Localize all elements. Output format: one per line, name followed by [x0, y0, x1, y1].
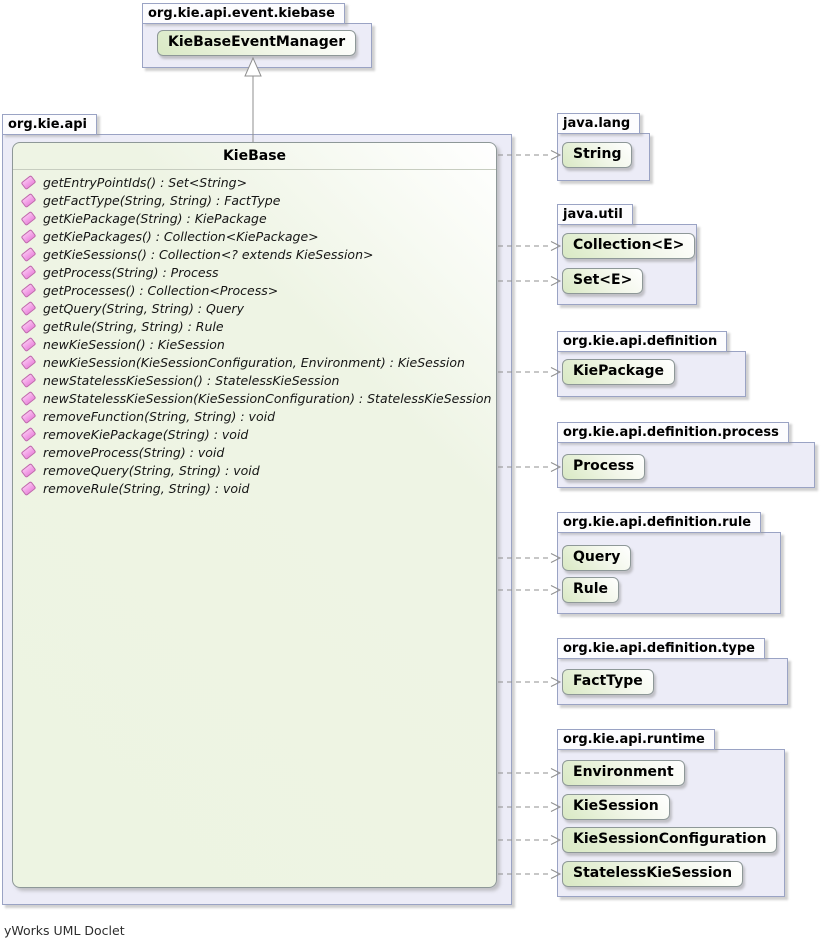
class-kiesession[interactable]: KieSession — [562, 794, 670, 820]
package-tab-java-util: java.util — [557, 204, 633, 225]
class-facttype[interactable]: FactType — [562, 669, 654, 695]
footer-credit: yWorks UML Doclet — [4, 923, 125, 938]
method-icon — [21, 318, 37, 333]
method-icon — [21, 480, 37, 495]
kiebase-method-list: getEntryPointIds() : Set<String> getFact… — [13, 170, 496, 497]
method-icon — [21, 210, 37, 225]
uml-diagram: org.kie.api.event.kiebase KieBaseEventMa… — [0, 0, 824, 950]
method-icon — [21, 246, 37, 261]
method-label: removeRule(String, String) : void — [43, 481, 249, 496]
method-row: getProcesses() : Collection<Process> — [18, 281, 496, 299]
class-set[interactable]: Set<E> — [562, 268, 643, 294]
method-row: removeKiePackage(String) : void — [18, 425, 496, 443]
class-collection[interactable]: Collection<E> — [562, 233, 695, 259]
method-label: newStatelessKieSession() : StatelessKieS… — [43, 373, 339, 388]
method-icon — [21, 444, 37, 459]
package-tab-definition-process: org.kie.api.definition.process — [557, 422, 789, 443]
package-tab-definition-rule: org.kie.api.definition.rule — [557, 512, 761, 533]
method-icon — [21, 372, 37, 387]
method-row: getQuery(String, String) : Query — [18, 299, 496, 317]
method-icon — [21, 192, 37, 207]
method-row: getProcess(String) : Process — [18, 263, 496, 281]
method-row: newStatelessKieSession(KieSessionConfigu… — [18, 389, 496, 407]
method-icon — [21, 408, 37, 423]
method-label: getFactType(String, String) : FactType — [43, 193, 280, 208]
method-row: removeRule(String, String) : void — [18, 479, 496, 497]
method-label: newStatelessKieSession(KieSessionConfigu… — [43, 391, 491, 406]
package-tab-event-kiebase: org.kie.api.event.kiebase — [142, 3, 345, 24]
method-icon — [21, 426, 37, 441]
method-label: getQuery(String, String) : Query — [43, 301, 244, 316]
method-label: getRule(String, String) : Rule — [43, 319, 224, 334]
class-string[interactable]: String — [562, 142, 632, 168]
method-icon — [21, 300, 37, 315]
method-row: getFactType(String, String) : FactType — [18, 191, 496, 209]
method-icon — [21, 336, 37, 351]
method-label: removeQuery(String, String) : void — [43, 463, 260, 478]
package-tab-java-lang: java.lang — [557, 113, 640, 134]
method-label: removeFunction(String, String) : void — [43, 409, 275, 424]
method-row: removeFunction(String, String) : void — [18, 407, 496, 425]
method-label: getKiePackage(String) : KiePackage — [43, 211, 267, 226]
method-icon — [21, 174, 37, 189]
package-tab-runtime: org.kie.api.runtime — [557, 729, 715, 750]
class-environment[interactable]: Environment — [562, 760, 685, 786]
method-row: newStatelessKieSession() : StatelessKieS… — [18, 371, 496, 389]
method-label: newKieSession(KieSessionConfiguration, E… — [43, 355, 465, 370]
method-row: getRule(String, String) : Rule — [18, 317, 496, 335]
method-row: newKieSession() : KieSession — [18, 335, 496, 353]
method-icon — [21, 390, 37, 405]
method-label: getProcess(String) : Process — [43, 265, 219, 280]
method-row: newKieSession(KieSessionConfiguration, E… — [18, 353, 496, 371]
class-kiebase-title: KieBase — [13, 143, 496, 170]
method-label: getKiePackages() : Collection<KiePackage… — [43, 229, 319, 244]
class-kiepackage[interactable]: KiePackage — [562, 359, 675, 385]
method-row: getEntryPointIds() : Set<String> — [18, 173, 496, 191]
class-process[interactable]: Process — [562, 454, 645, 480]
method-icon — [21, 462, 37, 477]
class-rule[interactable]: Rule — [562, 577, 619, 603]
package-tab-definition-type: org.kie.api.definition.type — [557, 638, 765, 659]
method-label: getKieSessions() : Collection<? extends … — [43, 247, 373, 262]
class-kiesessionconfiguration[interactable]: KieSessionConfiguration — [562, 827, 777, 853]
class-kiebase[interactable]: KieBase getEntryPointIds() : Set<String>… — [12, 142, 497, 888]
method-label: newKieSession() : KieSession — [43, 337, 225, 352]
method-icon — [21, 264, 37, 279]
method-row: removeQuery(String, String) : void — [18, 461, 496, 479]
method-icon — [21, 228, 37, 243]
package-tab-definition: org.kie.api.definition — [557, 331, 727, 352]
method-label: removeProcess(String) : void — [43, 445, 224, 460]
class-kiebaseeventmanager[interactable]: KieBaseEventManager — [157, 30, 356, 56]
class-statelesskiesession[interactable]: StatelessKieSession — [562, 861, 743, 887]
method-row: getKieSessions() : Collection<? extends … — [18, 245, 496, 263]
method-label: removeKiePackage(String) : void — [43, 427, 248, 442]
class-query[interactable]: Query — [562, 545, 631, 571]
method-icon — [21, 282, 37, 297]
method-row: getKiePackages() : Collection<KiePackage… — [18, 227, 496, 245]
method-label: getProcesses() : Collection<Process> — [43, 283, 278, 298]
generalization-edge-kiebase-to-kiebaseeventmanager — [245, 58, 261, 142]
method-label: getEntryPointIds() : Set<String> — [43, 175, 247, 190]
method-row: getKiePackage(String) : KiePackage — [18, 209, 496, 227]
package-tab-org-kie-api: org.kie.api — [2, 114, 97, 135]
method-row: removeProcess(String) : void — [18, 443, 496, 461]
method-icon — [21, 354, 37, 369]
